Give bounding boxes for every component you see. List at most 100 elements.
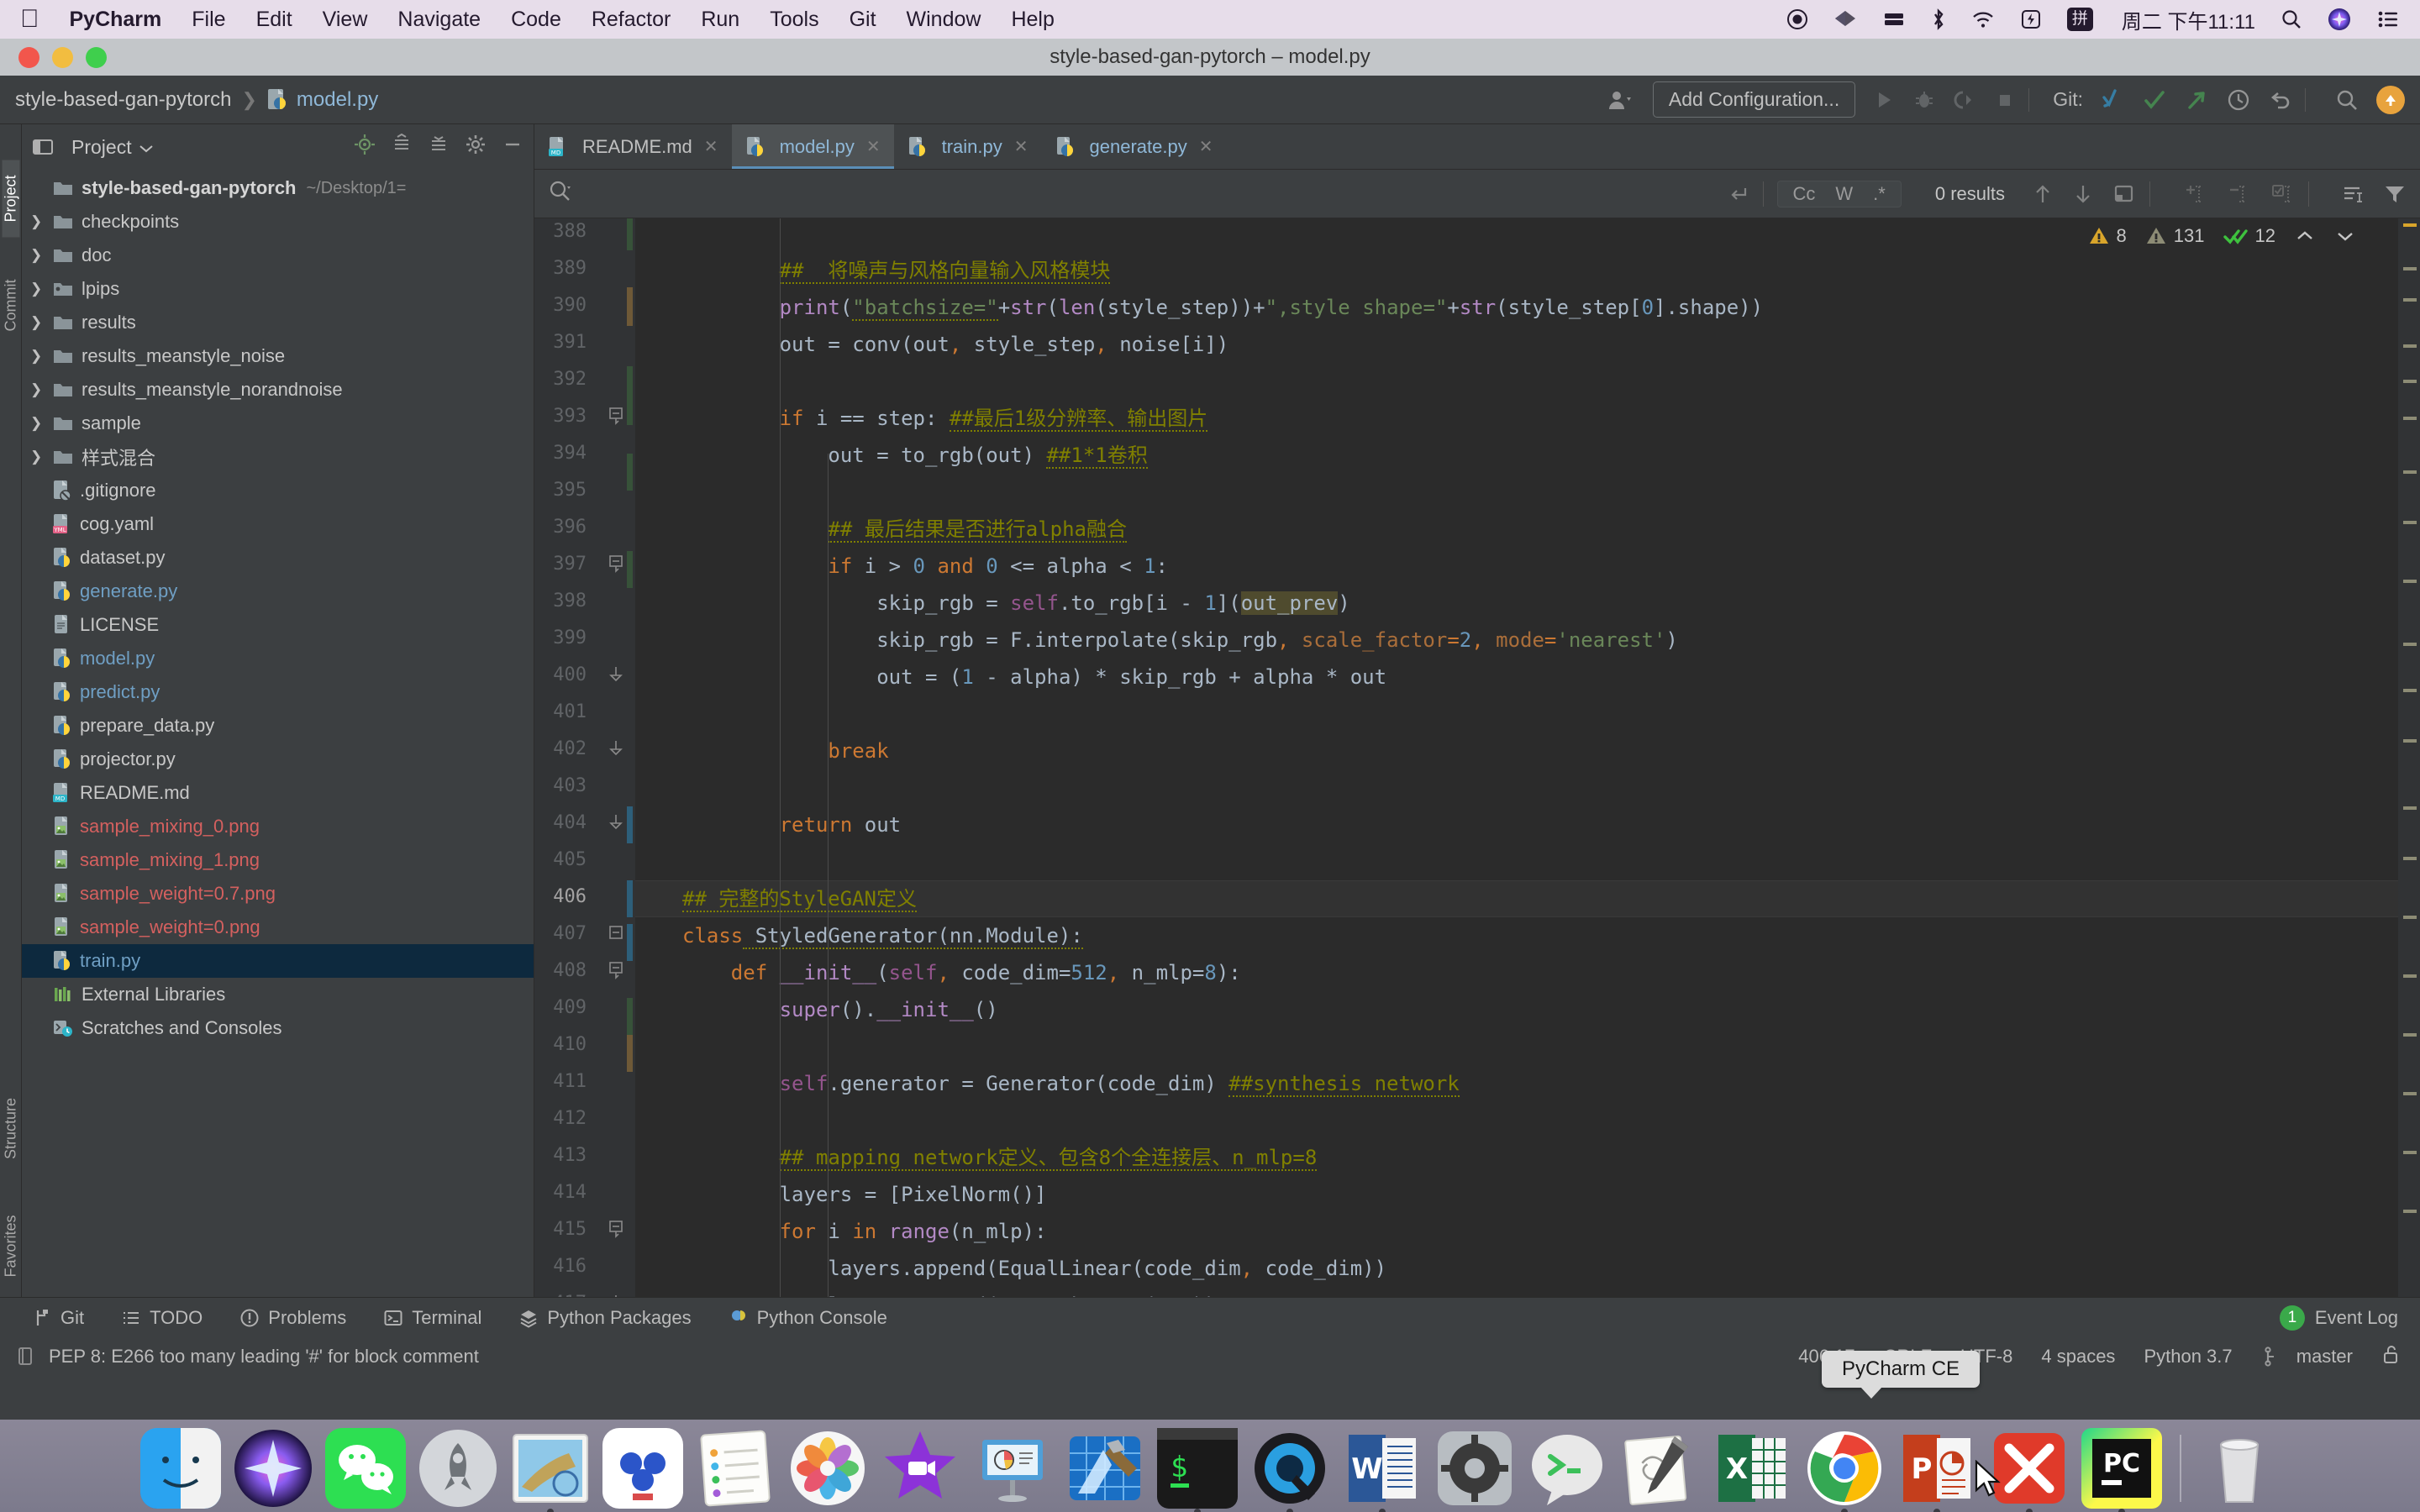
dock-item-finder[interactable] bbox=[140, 1428, 221, 1509]
dock-item-sketchbook[interactable] bbox=[1619, 1428, 1700, 1509]
code-editor[interactable]: 8 131 12 388 389 390 391 392 393 394 395… bbox=[534, 218, 2420, 1297]
hide-icon[interactable] bbox=[502, 134, 523, 160]
dock-item-trash[interactable] bbox=[2199, 1428, 2280, 1509]
menu-item-run[interactable]: Run bbox=[701, 8, 739, 32]
menu-item-navigate[interactable]: Navigate bbox=[397, 8, 481, 32]
regex-toggle[interactable]: .* bbox=[1873, 183, 1886, 205]
git-branch-widget[interactable]: master bbox=[2261, 1346, 2353, 1368]
menu-item-refactor[interactable]: Refactor bbox=[592, 8, 671, 32]
menu-item-code[interactable]: Code bbox=[511, 8, 561, 32]
fold-marker[interactable] bbox=[608, 739, 623, 760]
select-all-occurrences-icon[interactable] bbox=[2270, 182, 2295, 206]
dock-item-mail[interactable] bbox=[510, 1428, 591, 1512]
search-in-selection-icon[interactable] bbox=[2341, 183, 2365, 205]
chevron-right-icon[interactable]: ❯ bbox=[30, 381, 52, 398]
screen-record-icon[interactable] bbox=[1786, 8, 1808, 30]
settings-gear-icon[interactable] bbox=[465, 134, 487, 160]
inspection-widget[interactable]: 8 131 12 bbox=[2088, 225, 2375, 247]
dock-item-quicktime[interactable] bbox=[1249, 1428, 1330, 1512]
tree-node-predict-py[interactable]: predict.py bbox=[22, 675, 534, 709]
dock-item-terminal[interactable]: $ bbox=[1157, 1428, 1238, 1512]
tree-node-results-meanstyle-noise[interactable]: ❯ results_meanstyle_noise bbox=[22, 339, 534, 373]
chevron-right-icon[interactable]: ❯ bbox=[30, 348, 52, 365]
history-icon[interactable] bbox=[2226, 87, 2251, 113]
sidebar-item-commit[interactable]: Commit bbox=[3, 267, 20, 344]
siri-icon[interactable] bbox=[2328, 8, 2351, 31]
close-icon[interactable]: ✕ bbox=[1199, 136, 1213, 157]
revert-icon[interactable] bbox=[2268, 87, 2293, 113]
dropbox-icon[interactable] bbox=[1833, 9, 1857, 29]
status-message-group[interactable]: PEP 8: E266 too many leading '#' for blo… bbox=[15, 1346, 479, 1368]
dock-item-iterm[interactable] bbox=[1527, 1428, 1607, 1509]
fold-marker[interactable] bbox=[608, 1294, 623, 1297]
tree-node-readme-md[interactable]: MD README.md bbox=[22, 776, 534, 810]
tree-node-results[interactable]: ❯ results bbox=[22, 306, 534, 339]
menu-item-edit[interactable]: Edit bbox=[256, 8, 292, 32]
tree-node-doc[interactable]: ❯ doc bbox=[22, 239, 534, 272]
match-case-toggle[interactable]: Cc bbox=[1793, 183, 1816, 205]
fold-marker[interactable] bbox=[608, 665, 623, 686]
wifi-icon[interactable] bbox=[1971, 10, 1995, 29]
find-next-icon[interactable] bbox=[2072, 182, 2094, 206]
tree-node-dataset-py[interactable]: dataset.py bbox=[22, 541, 534, 575]
run-icon[interactable] bbox=[1872, 88, 1896, 112]
tab-model-py[interactable]: model.py ✕ bbox=[731, 124, 894, 169]
fold-marker[interactable] bbox=[608, 813, 623, 834]
tree-node-sample-weight-0[interactable]: sample_weight=0.png bbox=[22, 911, 534, 944]
chevron-down-icon[interactable] bbox=[139, 136, 154, 159]
tree-node-license[interactable]: LICENSE bbox=[22, 608, 534, 642]
breadcrumb-file[interactable]: model.py bbox=[297, 88, 378, 112]
editor-marker-bar[interactable] bbox=[2398, 218, 2420, 1297]
zoom-button[interactable] bbox=[86, 46, 107, 68]
search-input[interactable] bbox=[587, 182, 1709, 205]
dock-item-siri[interactable] bbox=[233, 1428, 313, 1509]
tree-node-generate-py[interactable]: generate.py bbox=[22, 575, 534, 608]
tree-node-style-mixing[interactable]: ❯ 样式混合 bbox=[22, 440, 534, 474]
add-selection-icon[interactable] bbox=[2182, 182, 2207, 206]
unlocked-icon[interactable] bbox=[2381, 1343, 2400, 1370]
warnings-indicator[interactable]: 8 bbox=[2088, 225, 2127, 247]
tab-readme-md[interactable]: MD README.md ✕ bbox=[534, 124, 732, 169]
dock-item-photos[interactable] bbox=[787, 1428, 868, 1509]
chevron-up-icon[interactable] bbox=[2294, 227, 2316, 245]
screen-mirroring-icon[interactable] bbox=[2020, 8, 2042, 30]
tree-node-sample-weight-07[interactable]: sample_weight=0.7.png bbox=[22, 877, 534, 911]
dock-item-notes[interactable] bbox=[695, 1428, 776, 1509]
tree-node-sample-mixing-0[interactable]: sample_mixing_0.png bbox=[22, 810, 534, 843]
chevron-right-icon[interactable]: ❯ bbox=[30, 247, 52, 264]
multiline-icon[interactable] bbox=[1728, 183, 1749, 205]
search-everywhere-icon[interactable] bbox=[2334, 87, 2360, 113]
menu-item-tools[interactable]: Tools bbox=[770, 8, 818, 32]
debug-icon[interactable] bbox=[1912, 88, 1936, 112]
dock-item-pycharm[interactable]: PC bbox=[2081, 1428, 2162, 1512]
minimize-button[interactable] bbox=[52, 46, 73, 68]
breadcrumb-project[interactable]: style-based-gan-pytorch bbox=[15, 88, 231, 112]
close-icon[interactable]: ✕ bbox=[866, 136, 881, 157]
dock-item-chrome[interactable] bbox=[1804, 1428, 1885, 1512]
python-interpreter[interactable]: Python 3.7 bbox=[2144, 1346, 2232, 1368]
search-icon[interactable] bbox=[2281, 8, 2302, 30]
tree-node-cog-yaml[interactable]: YML cog.yaml bbox=[22, 507, 534, 541]
chevron-right-icon[interactable]: ❯ bbox=[30, 213, 52, 230]
menu-item-help[interactable]: Help bbox=[1011, 8, 1054, 32]
locate-icon[interactable] bbox=[354, 134, 376, 160]
apple-logo-icon[interactable]:  bbox=[20, 7, 39, 32]
tree-node-gitignore[interactable]: .gitignore bbox=[22, 474, 534, 507]
menu-item-file[interactable]: File bbox=[192, 8, 225, 32]
menu-item-git[interactable]: Git bbox=[850, 8, 876, 32]
filter-icon[interactable] bbox=[2383, 183, 2407, 205]
control-center-icon[interactable] bbox=[2376, 9, 2400, 29]
dock-item-launchpad[interactable] bbox=[418, 1428, 498, 1509]
tool-button-git[interactable]: Git bbox=[32, 1307, 84, 1329]
tool-button-terminal[interactable]: Terminal bbox=[383, 1307, 481, 1329]
tree-node-prepare-data-py[interactable]: prepare_data.py bbox=[22, 709, 534, 743]
ime-indicator[interactable]: 拼 bbox=[2066, 8, 2093, 31]
tab-train-py[interactable]: train.py ✕ bbox=[894, 124, 1042, 169]
chevron-down-icon[interactable] bbox=[2334, 227, 2356, 245]
fold-marker[interactable] bbox=[608, 924, 623, 945]
dock-item-baidu-netdisk[interactable] bbox=[602, 1428, 683, 1509]
tree-node-external-libraries[interactable]: External Libraries bbox=[22, 978, 534, 1011]
sidebar-item-structure[interactable]: Structure bbox=[3, 1090, 20, 1168]
fold-marker[interactable] bbox=[608, 407, 623, 433]
close-button[interactable] bbox=[18, 46, 39, 68]
